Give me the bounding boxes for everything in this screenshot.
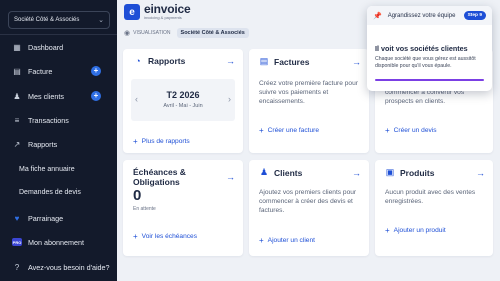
logo-mark-icon: e xyxy=(124,4,140,20)
sidebar-item-annuaire[interactable]: Ma fiche annuaire xyxy=(0,161,117,177)
link-label: Ajouter un produit xyxy=(393,227,446,234)
sidebar-divider xyxy=(0,34,117,35)
add-product-link[interactable]: + Ajouter un produit xyxy=(385,226,446,235)
popup-header: 📌 Agrandissez votre équipe Step 9 xyxy=(367,6,492,25)
heart-icon: ♥ xyxy=(14,213,20,223)
arrow-right-icon[interactable]: → xyxy=(352,57,361,67)
popup-title: Il voit vos sociétés clientes xyxy=(375,44,468,53)
echeances-card: Échéances & Obligations → 0 En attente +… xyxy=(123,160,243,256)
popup-text: Chaque société que vous gérez est aussit… xyxy=(375,56,476,69)
create-quote-link[interactable]: + Créer un devis xyxy=(385,126,437,135)
breadcrumb: ◉ VISUALISATION Société Côté & Associés xyxy=(124,28,249,38)
pending-count: 0 xyxy=(133,187,142,204)
sidebar-item-label: Mes clients xyxy=(28,91,64,101)
card-title: Produits xyxy=(400,167,435,178)
plus-icon: + xyxy=(385,126,390,135)
rapports-card: ◔ Rapports → ‹ T2 2026 Avril - Mai - Jui… xyxy=(123,49,243,153)
step-badge: Step 9 xyxy=(463,11,486,20)
card-title: Rapports xyxy=(148,56,186,66)
quarter-label: T2 2026 xyxy=(166,90,200,100)
arrow-right-icon[interactable]: → xyxy=(226,172,235,182)
arrow-right-icon[interactable]: → xyxy=(352,168,361,178)
popup-progress-bar xyxy=(375,79,484,81)
sidebar-item-label: Facture xyxy=(28,66,53,76)
chevron-right-icon[interactable]: › xyxy=(228,94,231,104)
sidebar-item-rapports[interactable]: ↗ Rapports xyxy=(0,136,117,152)
reports-icon: ◔ xyxy=(135,56,141,66)
sidebar-item-label: Demandes de devis xyxy=(19,188,81,196)
transactions-icon: ≡ xyxy=(14,115,20,125)
add-invoice-button[interactable]: + xyxy=(91,66,101,76)
link-label: Ajouter un client xyxy=(267,237,315,244)
help-icon: ? xyxy=(14,262,20,272)
plus-icon: + xyxy=(133,232,138,241)
more-reports-link[interactable]: + Plus de rapports xyxy=(133,137,190,146)
company-pill: Société Côté & Associés xyxy=(176,28,249,38)
sidebar-item-dashboard[interactable]: ▦ Dashboard xyxy=(0,39,117,55)
sidebar-item-clients[interactable]: ♟ Mes clients + xyxy=(0,88,117,104)
sidebar-item-label: Transactions xyxy=(28,115,69,125)
quarter-selector: ‹ T2 2026 Avril - Mai - Juin › xyxy=(131,79,235,121)
sidebar-item-devis[interactable]: Demandes de devis xyxy=(0,184,117,200)
view-mode-label: VISUALISATION xyxy=(133,30,171,36)
sidebar-item-label: Mon abonnement xyxy=(28,237,84,247)
card-description: Créez votre première facture pour suivre… xyxy=(259,80,358,105)
logo[interactable]: e einvoice invoicing & payments xyxy=(124,2,191,20)
popup-header-title: Agrandissez votre équipe xyxy=(387,12,456,19)
create-invoice-link[interactable]: + Créer une facture xyxy=(259,126,319,135)
link-label: Plus de rapports xyxy=(141,138,190,145)
sidebar-item-label: Ma fiche annuaire xyxy=(19,165,75,173)
pro-badge-icon: PRO xyxy=(12,238,22,246)
sidebar: Société Côté & Associés ⌄ ▦ Dashboard ▤ … xyxy=(0,0,117,281)
sidebar-item-parrainage[interactable]: ♥ Parrainage xyxy=(0,210,117,226)
add-client-button[interactable]: + xyxy=(91,91,101,101)
company-selector[interactable]: Société Côté & Associés ⌄ xyxy=(8,11,110,29)
sidebar-item-label: Rapports xyxy=(28,139,58,149)
user-icon: ♟ xyxy=(259,167,269,177)
arrow-right-icon[interactable]: → xyxy=(226,56,235,66)
clients-card: ♟ Clients → Ajoutez vos premiers clients… xyxy=(249,160,369,256)
sidebar-item-label: Dashboard xyxy=(28,42,64,52)
link-label: Créer un devis xyxy=(393,127,437,134)
eye-icon: ◉ xyxy=(124,30,131,37)
plus-icon: + xyxy=(133,137,138,146)
produits-card: ▣ Produits → Aucun produit avec des vent… xyxy=(375,160,493,256)
document-icon: ▤ xyxy=(259,56,269,66)
factures-card: ▤ Factures → Créez votre première factur… xyxy=(249,49,369,153)
sidebar-item-transactions[interactable]: ≡ Transactions xyxy=(0,112,117,128)
add-client-link[interactable]: + Ajouter un client xyxy=(259,236,315,245)
logo-name: einvoice xyxy=(144,2,191,16)
quarter-months: Avril - Mai - Juin xyxy=(163,103,203,109)
box-icon: ▣ xyxy=(385,167,395,177)
chevron-down-icon: ⌄ xyxy=(98,17,104,24)
invoice-icon: ▤ xyxy=(13,66,21,76)
sidebar-item-abonnement[interactable]: PRO Mon abonnement xyxy=(0,234,117,250)
reports-icon: ↗ xyxy=(13,139,21,149)
card-description: Aucun produit avec des ventes enregistré… xyxy=(385,189,476,205)
plus-icon: + xyxy=(259,236,264,245)
sidebar-item-help[interactable]: ? Avez-vous besoin d'aide? xyxy=(0,259,117,275)
arrow-right-icon[interactable]: → xyxy=(476,168,485,178)
card-title: Échéances & Obligations xyxy=(133,167,186,187)
card-description: Ajoutez vos premiers clients pour commen… xyxy=(259,189,357,214)
see-deadlines-link[interactable]: + Voir les échéances xyxy=(133,232,197,241)
pending-note: En attente xyxy=(133,206,156,212)
card-title: Clients xyxy=(274,167,303,178)
plus-icon: + xyxy=(385,226,390,235)
link-label: Voir les échéances xyxy=(141,233,198,240)
dashboard-icon: ▦ xyxy=(13,42,21,52)
sidebar-item-label: Avez-vous besoin d'aide? xyxy=(28,262,110,272)
sidebar-item-facture[interactable]: ▤ Facture + xyxy=(0,63,117,79)
sidebar-item-label: Parrainage xyxy=(28,213,64,223)
card-title: Factures xyxy=(274,56,310,67)
plus-icon: + xyxy=(259,126,264,135)
onboarding-popup: 📌 Agrandissez votre équipe Step 9 Il voi… xyxy=(367,6,492,91)
pin-icon: 📌 xyxy=(373,12,382,20)
company-selector-label: Société Côté & Associés xyxy=(14,17,80,23)
clients-icon: ♟ xyxy=(13,91,21,101)
link-label: Créer une facture xyxy=(267,127,319,134)
